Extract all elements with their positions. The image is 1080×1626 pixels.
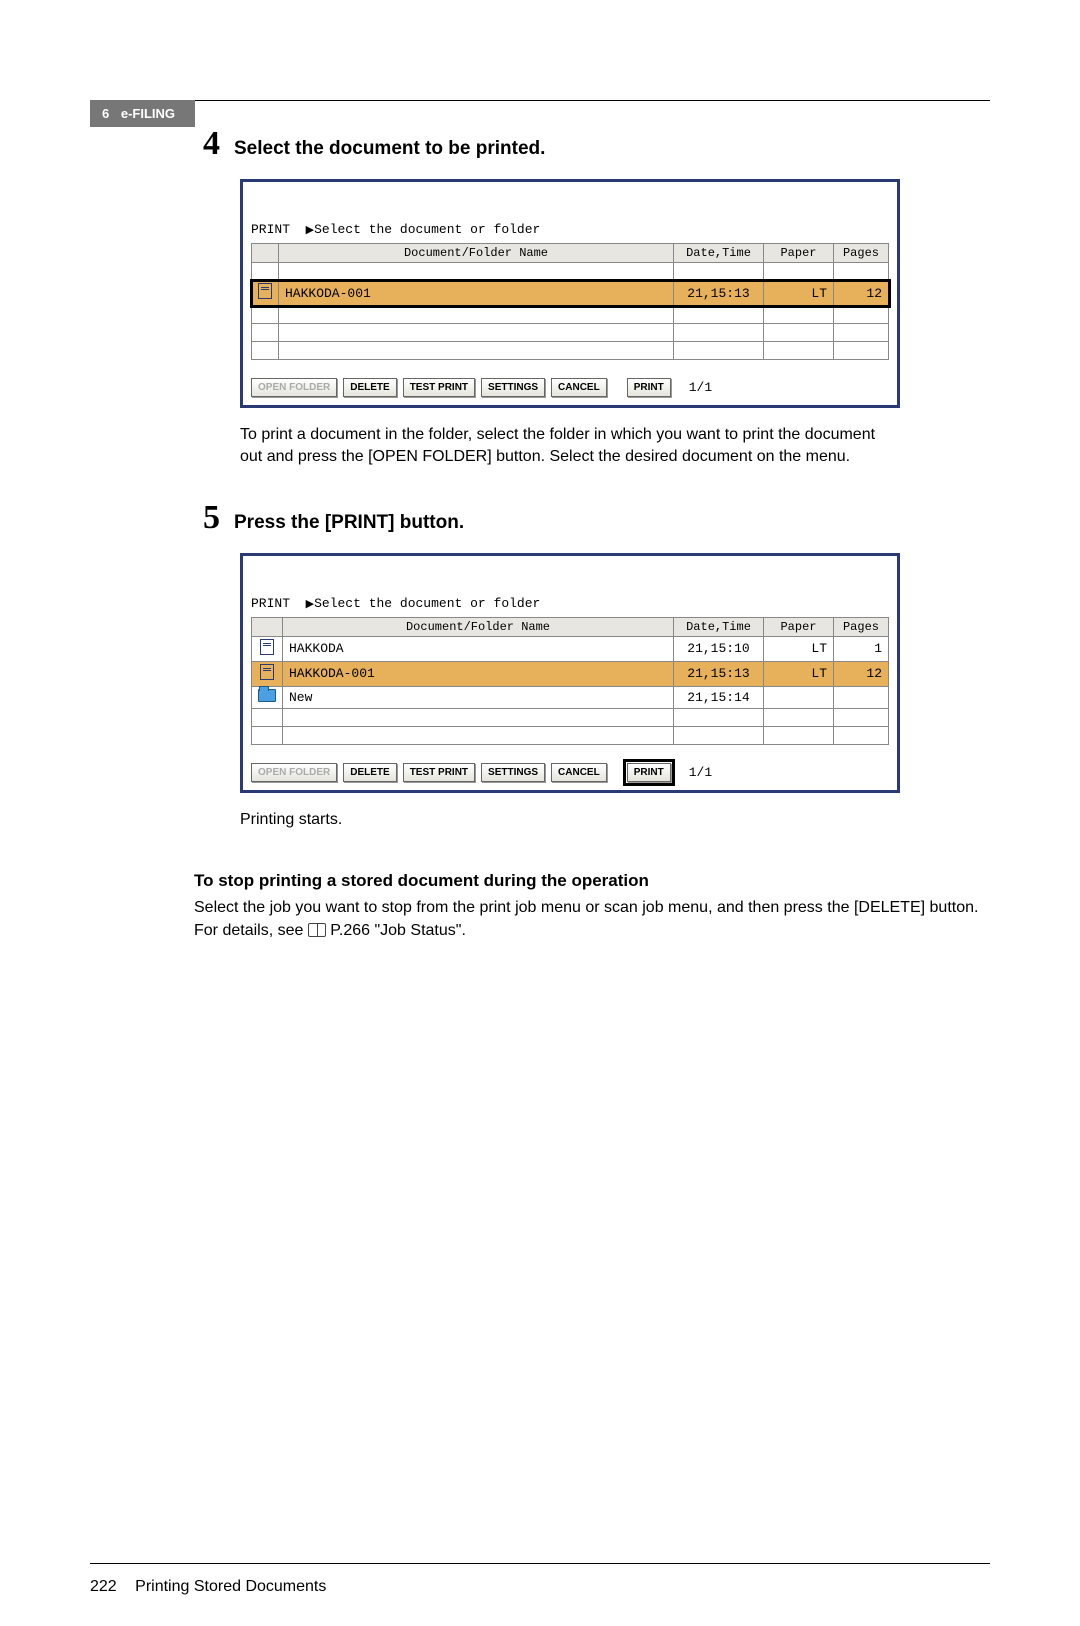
stop-text-b: .: [461, 922, 465, 939]
step-title: Select the document to be printed.: [234, 138, 545, 160]
cell-paper: [764, 686, 834, 708]
screen-heading: PRINT ▶Select the document or folder: [251, 222, 889, 237]
cancel-button[interactable]: CANCEL: [551, 378, 607, 397]
document-icon: [258, 283, 272, 299]
cell-name: New: [283, 686, 674, 708]
delete-button[interactable]: DELETE: [343, 763, 396, 782]
page-counter: 1/1: [689, 765, 712, 780]
step-number: 5: [190, 499, 220, 537]
chapter-title: e-FILING: [121, 106, 175, 121]
step-5-body: Printing starts.: [240, 809, 900, 831]
table-header-row: Document/Folder Name Date,Time Paper Pag…: [252, 617, 889, 636]
table-row[interactable]: HAKKODA-001 21,15:13 LT 12: [252, 661, 889, 686]
open-folder-button[interactable]: OPEN FOLDER: [251, 763, 337, 782]
book-icon: [308, 923, 326, 937]
table-row: [252, 306, 889, 324]
col-pages: Pages: [834, 617, 889, 636]
col-paper: Paper: [764, 244, 834, 263]
step-number: 4: [190, 125, 220, 163]
table-row[interactable]: New 21,15:14: [252, 686, 889, 708]
step-title: Press the [PRINT] button.: [234, 512, 464, 534]
footer-title: Printing Stored Documents: [135, 1578, 326, 1595]
table-row: [252, 263, 889, 281]
stop-ref: P.266 "Job Status": [330, 922, 461, 939]
arrow-icon: ▶: [306, 599, 314, 611]
page-counter: 1/1: [689, 380, 712, 395]
arrow-icon: ▶: [306, 225, 314, 237]
print-label: PRINT: [251, 222, 290, 237]
col-paper: Paper: [764, 617, 834, 636]
cell-paper: LT: [764, 661, 834, 686]
test-print-button[interactable]: TEST PRINT: [403, 378, 475, 397]
button-bar: OPEN FOLDER DELETE TEST PRINT SETTINGS C…: [251, 763, 889, 782]
settings-button[interactable]: SETTINGS: [481, 378, 545, 397]
screen-hint: Select the document or folder: [314, 596, 540, 611]
document-table: Document/Folder Name Date,Time Paper Pag…: [251, 617, 889, 745]
test-print-button[interactable]: TEST PRINT: [403, 763, 475, 782]
col-name: Document/Folder Name: [283, 617, 674, 636]
cell-date: 21,15:13: [674, 281, 764, 306]
cell-pages: [834, 686, 889, 708]
print-screen-1: PRINT ▶Select the document or folder Doc…: [240, 179, 900, 408]
cell-paper: LT: [764, 636, 834, 661]
open-folder-button[interactable]: OPEN FOLDER: [251, 378, 337, 397]
cell-pages: 12: [834, 281, 889, 306]
page-number: 222: [90, 1578, 117, 1595]
screen-heading: PRINT ▶Select the document or folder: [251, 596, 889, 611]
delete-button[interactable]: DELETE: [343, 378, 396, 397]
step-4: 4 Select the document to be printed.: [190, 125, 990, 163]
stop-printing-heading: To stop printing a stored document durin…: [194, 871, 990, 891]
table-row: [252, 726, 889, 744]
table-row[interactable]: HAKKODA-001 21,15:13 LT 12: [252, 281, 889, 306]
step-5: 5 Press the [PRINT] button.: [190, 499, 990, 537]
print-label: PRINT: [251, 596, 290, 611]
cell-pages: 12: [834, 661, 889, 686]
cell-paper: LT: [764, 281, 834, 306]
print-button[interactable]: PRINT: [627, 378, 671, 397]
print-screen-2: PRINT ▶Select the document or folder Doc…: [240, 553, 900, 793]
cell-name: HAKKODA: [283, 636, 674, 661]
table-row[interactable]: HAKKODA 21,15:10 LT 1: [252, 636, 889, 661]
cell-date: 21,15:14: [674, 686, 764, 708]
table-row: [252, 342, 889, 360]
col-date: Date,Time: [674, 244, 764, 263]
cell-name: HAKKODA-001: [283, 661, 674, 686]
table-row: [252, 324, 889, 342]
document-table: Document/Folder Name Date,Time Paper Pag…: [251, 243, 889, 360]
table-row: [252, 708, 889, 726]
page-footer: 222 Printing Stored Documents: [90, 1563, 990, 1596]
step-4-body: To print a document in the folder, selec…: [240, 424, 900, 469]
col-name: Document/Folder Name: [279, 244, 674, 263]
document-icon: [260, 639, 274, 655]
screen-hint: Select the document or folder: [314, 222, 540, 237]
table-header-row: Document/Folder Name Date,Time Paper Pag…: [252, 244, 889, 263]
chapter-number: 6: [102, 106, 109, 121]
cell-date: 21,15:13: [674, 661, 764, 686]
cancel-button[interactable]: CANCEL: [551, 763, 607, 782]
folder-icon: [258, 689, 276, 702]
stop-printing-text: Select the job you want to stop from the…: [194, 897, 994, 942]
chapter-tab: 6 e-FILING: [90, 100, 195, 127]
col-pages: Pages: [834, 244, 889, 263]
document-icon: [260, 664, 274, 680]
col-date: Date,Time: [674, 617, 764, 636]
settings-button[interactable]: SETTINGS: [481, 763, 545, 782]
print-button[interactable]: PRINT: [627, 763, 671, 782]
cell-date: 21,15:10: [674, 636, 764, 661]
button-bar: OPEN FOLDER DELETE TEST PRINT SETTINGS C…: [251, 378, 889, 397]
cell-name: HAKKODA-001: [279, 281, 674, 306]
cell-pages: 1: [834, 636, 889, 661]
